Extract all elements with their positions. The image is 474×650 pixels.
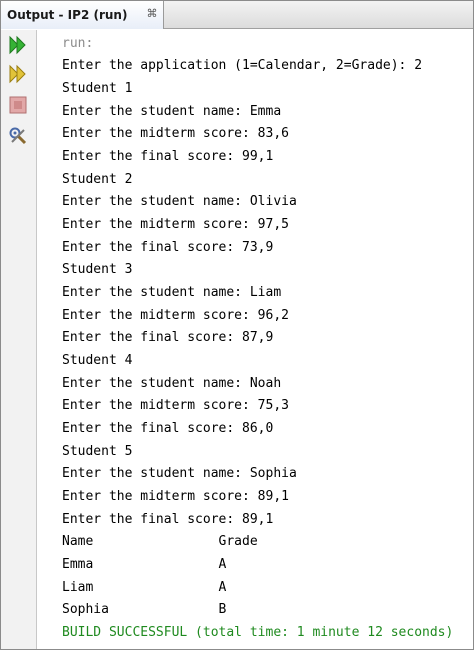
tab-output-ip2-run[interactable]: Output - IP2 (run) ⌘ [1, 1, 164, 29]
console-line: Enter the midterm score: 96,2 [62, 308, 289, 323]
console-line: Student 3 [62, 262, 133, 277]
rerun-with-options-icon[interactable] [7, 63, 29, 85]
console-line: Enter the midterm score: 83,6 [62, 126, 289, 141]
console-line: Enter the midterm score: 97,5 [62, 217, 289, 232]
console-line: Enter the student name: Liam [62, 285, 282, 300]
console-line: Enter the final score: 73,9 [62, 240, 274, 255]
console-line: Sophia B [62, 602, 227, 617]
output-window: Output - IP2 (run) ⌘ run: Enter the appl… [0, 0, 474, 650]
console-line: Enter the student name: Sophia [62, 466, 297, 481]
console-line: Name Grade [62, 534, 258, 549]
console-line: Emma A [62, 557, 227, 572]
tab-title: Output - IP2 (run) [7, 8, 128, 22]
output-toolbar [1, 30, 37, 649]
console-output[interactable]: run: Enter the application (1=Calendar, … [38, 30, 473, 649]
console-line: Student 1 [62, 81, 133, 96]
run-label: run: [62, 36, 94, 51]
tab-bar: Output - IP2 (run) ⌘ [1, 1, 473, 29]
console-line: Enter the final score: 87,9 [62, 330, 274, 345]
console-line: Enter the midterm score: 89,1 [62, 489, 289, 504]
console-line: Liam A [62, 580, 227, 595]
build-status: BUILD SUCCESSFUL (total time: 1 minute 1… [62, 625, 454, 640]
console-line: Enter the midterm score: 75,3 [62, 398, 289, 413]
console-line: Student 2 [62, 172, 133, 187]
console-line: Enter the application (1=Calendar, 2=Gra… [62, 58, 423, 73]
close-icon[interactable]: ⌘ [146, 8, 158, 20]
console-line: Student 4 [62, 353, 133, 368]
settings-icon[interactable] [7, 125, 29, 147]
console-line: Enter the student name: Emma [62, 104, 282, 119]
console-line: Enter the final score: 99,1 [62, 149, 274, 164]
console-line: Enter the student name: Olivia [62, 194, 297, 209]
stop-icon[interactable] [7, 94, 29, 116]
rerun-icon[interactable] [7, 34, 29, 56]
console-line: Enter the final score: 86,0 [62, 421, 274, 436]
console-line: Student 5 [62, 444, 133, 459]
console-line: Enter the final score: 89,1 [62, 512, 274, 527]
console-line: Enter the student name: Noah [62, 376, 282, 391]
